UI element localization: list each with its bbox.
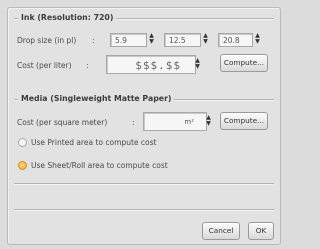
ink-cost-stepper-icon[interactable]: ▲ ▼ bbox=[194, 58, 201, 70]
ink-compute-button[interactable]: Compute... bbox=[220, 54, 268, 72]
drop-size-field-3[interactable]: 20.8 bbox=[218, 33, 253, 47]
drop-size-1-stepper-icon[interactable]: ▲ ▼ bbox=[148, 33, 155, 45]
ink-section-title: Ink (Resolution: 720) bbox=[18, 13, 117, 22]
printed-area-radio[interactable] bbox=[18, 138, 27, 147]
cancel-button[interactable]: Cancel bbox=[202, 222, 240, 240]
footer-divider bbox=[14, 183, 274, 185]
drop-size-2-stepper-icon[interactable]: ▲ ▼ bbox=[202, 33, 209, 45]
drop-size-colon: : bbox=[92, 36, 95, 45]
media-section-title: Media (Singleweight Matte Paper) bbox=[18, 94, 175, 103]
media-cost-label: Cost (per square meter) bbox=[17, 118, 108, 127]
footer-divider-2 bbox=[14, 209, 274, 211]
sheet-roll-area-radio[interactable] bbox=[18, 161, 27, 170]
sheet-roll-area-label[interactable]: Use Sheet/Roll area to compute cost bbox=[31, 161, 168, 170]
ink-cost-label: Cost (per liter) bbox=[17, 61, 72, 70]
ink-media-cost-dialog: Ink (Resolution: 720) Drop size (in pl) … bbox=[7, 7, 281, 245]
media-cost-stepper-icon[interactable]: ▲ ▼ bbox=[205, 115, 212, 127]
drop-size-field-2[interactable]: 12.5 bbox=[164, 33, 201, 47]
media-compute-button[interactable]: Compute... bbox=[220, 112, 268, 130]
drop-size-field-1[interactable]: 5.9 bbox=[110, 33, 147, 47]
drop-size-3-stepper-icon[interactable]: ▲ ▼ bbox=[254, 33, 261, 45]
ink-cost-field[interactable]: $$$.$$ bbox=[106, 55, 196, 74]
drop-size-label: Drop size (in pl) bbox=[17, 36, 77, 45]
ok-button[interactable]: OK bbox=[248, 222, 274, 240]
ink-cost-colon: : bbox=[86, 61, 89, 70]
printed-area-label[interactable]: Use Printed area to compute cost bbox=[31, 138, 156, 147]
media-cost-colon: : bbox=[132, 118, 135, 127]
media-cost-field[interactable]: m² bbox=[143, 112, 207, 131]
